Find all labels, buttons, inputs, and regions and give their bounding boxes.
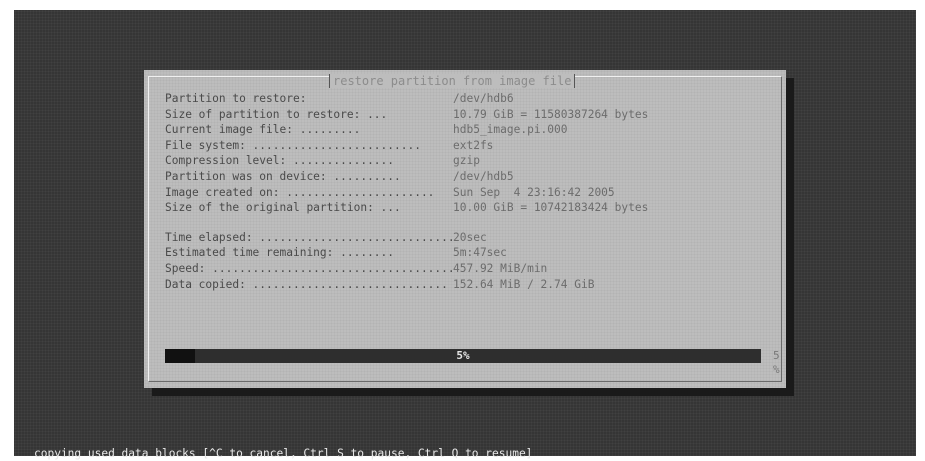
progress-info-row: Time elapsed: ..........................… [165, 230, 648, 246]
progress-info-value: 457.92 MiB/min [453, 261, 548, 275]
info-label: Partition was on device: .......... [165, 169, 401, 183]
info-label: Partition to restore: [165, 92, 307, 105]
progress-bar-label: 5% [456, 349, 470, 362]
info-value: /dev/hdb6 [453, 92, 514, 105]
info-row: Partition to restore: /dev/hdb6 [165, 91, 648, 107]
info-value: /dev/hdb5 [453, 169, 514, 183]
info-row: Image created on: ......................… [165, 185, 648, 201]
progress-info-value: 152.64 MiB / 2.74 GiB [453, 277, 595, 291]
progress-info-row: Data copied: ...........................… [165, 277, 648, 293]
progress-info-value: 5m:47sec [453, 246, 507, 260]
info-value: Sun Sep 4 23:16:42 2005 [453, 185, 615, 199]
info-row: Size of the original partition: ... 10.0… [165, 200, 648, 216]
progress-bar: 5% [165, 349, 761, 363]
info-row: Partition was on device: .......... /dev… [165, 169, 648, 185]
progress-info-label: Data copied: ...........................… [165, 277, 448, 291]
info-block: Partition to restore: /dev/hdb6 Size of … [165, 91, 648, 292]
info-label: File system: ......................... [165, 138, 421, 152]
status-line: copying used data blocks [^C to cancel, … [34, 447, 533, 460]
restore-dialog: restore partition from image file Partit… [144, 70, 786, 388]
progress-info-label: Speed: .................................… [165, 261, 453, 275]
info-label: Compression level: ............... [165, 154, 395, 168]
info-value: 10.79 GiB = 11580387264 bytes [453, 107, 649, 121]
info-value: 10.00 GiB = 10742183424 bytes [453, 201, 649, 215]
terminal-screen: restore partition from image file Partit… [14, 10, 916, 460]
info-value: gzip [453, 154, 480, 168]
progress-percent: 5 % [773, 349, 780, 376]
progress-info-value: 20sec [453, 230, 487, 244]
info-value: hdb5_image.pi.000 [453, 123, 568, 137]
info-label: Image created on: ...................... [165, 185, 435, 199]
progress-info-row: Estimated time remaining: ........ 5m:47… [165, 245, 648, 261]
progress-info-label: Time elapsed: ..........................… [165, 230, 453, 244]
info-value: ext2fs [453, 138, 494, 152]
dialog-border: restore partition from image file Partit… [148, 74, 782, 382]
info-label: Size of partition to restore: ... [165, 107, 388, 121]
info-label: Current image file: ......... [165, 123, 361, 137]
info-row: Current image file: ......... hdb5_image… [165, 122, 648, 138]
progress-info-row: Speed: .................................… [165, 261, 648, 277]
dialog-title: restore partition from image file [329, 74, 576, 88]
info-row: Compression level: ............... gzip [165, 153, 648, 169]
info-label: Size of the original partition: ... [165, 201, 401, 215]
info-row: File system: ......................... e… [165, 138, 648, 154]
progress-info-label: Estimated time remaining: ........ [165, 246, 395, 260]
info-row: Size of partition to restore: ... 10.79 … [165, 107, 648, 123]
